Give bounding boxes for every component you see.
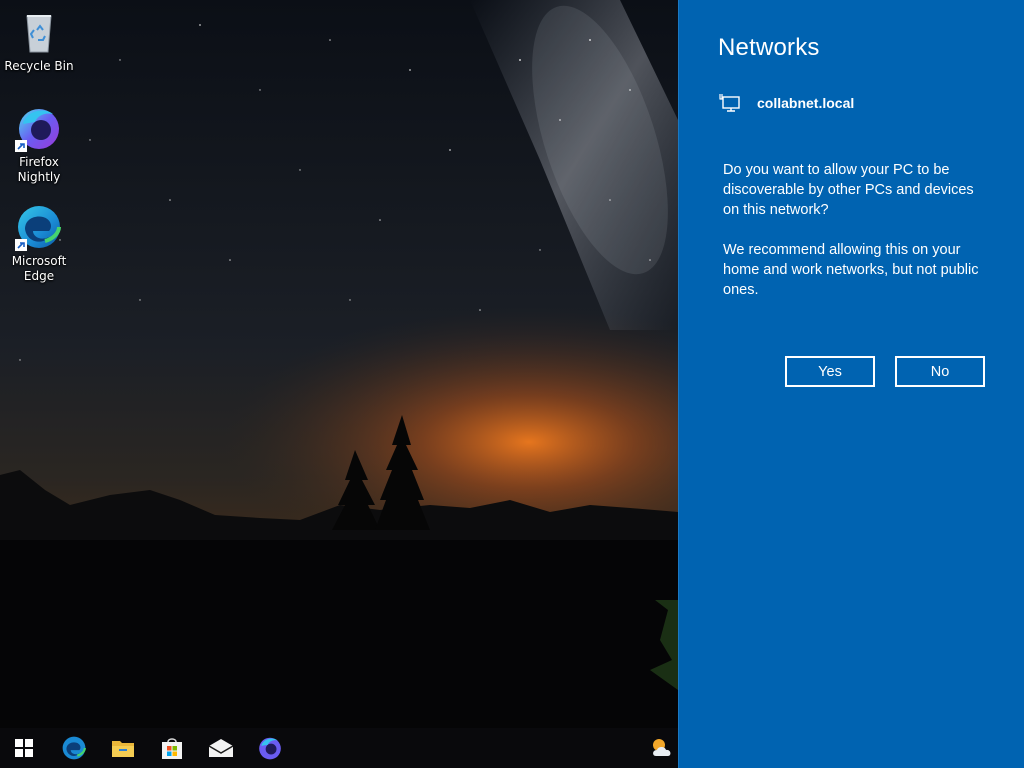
- discoverable-question: Do you want to allow your PC to be disco…: [723, 162, 974, 218]
- taskbar-weather-button[interactable]: [646, 728, 678, 768]
- desktop-icon-label: Firefox: [19, 155, 59, 169]
- taskbar: [0, 728, 678, 768]
- desktop-icon-microsoft-edge[interactable]: Microsoft Edge: [1, 203, 77, 284]
- firefox-nightly-icon: [15, 109, 59, 152]
- desktop-icon-label: Microsoft: [11, 254, 67, 268]
- desktop-icon-label-line2: Nightly: [17, 170, 61, 184]
- network-entry[interactable]: collabnet.local: [719, 93, 854, 113]
- microsoft-store-icon: [162, 738, 182, 759]
- panel-title: Networks: [718, 34, 820, 61]
- mail-icon: [208, 739, 234, 757]
- taskbar-mail-button[interactable]: [197, 728, 245, 768]
- taskbar-file-explorer-button[interactable]: [99, 728, 147, 768]
- file-explorer-icon: [112, 741, 134, 757]
- recycle-bin-icon: [26, 15, 52, 53]
- weather-icon: [653, 739, 671, 756]
- network-name: collabnet.local: [757, 95, 855, 111]
- desktop-icon-label-line2: Edge: [23, 269, 55, 283]
- taskbar-store-button[interactable]: [148, 728, 196, 768]
- edge-icon: [62, 736, 86, 760]
- ethernet-icon: [719, 94, 740, 112]
- windows-start-icon: [15, 739, 33, 757]
- taskbar-edge-button[interactable]: [50, 728, 98, 768]
- desktop-icon-label: Recycle Bin: [4, 59, 74, 73]
- firefox-nightly-icon: [259, 737, 281, 760]
- networks-panel: Networks collabnet.local Do you want to …: [678, 0, 1024, 768]
- desktop-icon-recycle-bin[interactable]: Recycle Bin: [1, 8, 77, 74]
- taskbar-firefox-nightly-button[interactable]: [246, 728, 294, 768]
- edge-icon: [15, 206, 61, 251]
- start-button[interactable]: [0, 728, 48, 768]
- yes-button[interactable]: Yes: [785, 356, 875, 387]
- no-button[interactable]: No: [895, 356, 985, 387]
- recommendation-text: We recommend allowing this on your home …: [723, 242, 979, 298]
- desktop-icon-firefox-nightly[interactable]: Firefox Nightly: [1, 104, 77, 185]
- wallpaper: [0, 0, 678, 768]
